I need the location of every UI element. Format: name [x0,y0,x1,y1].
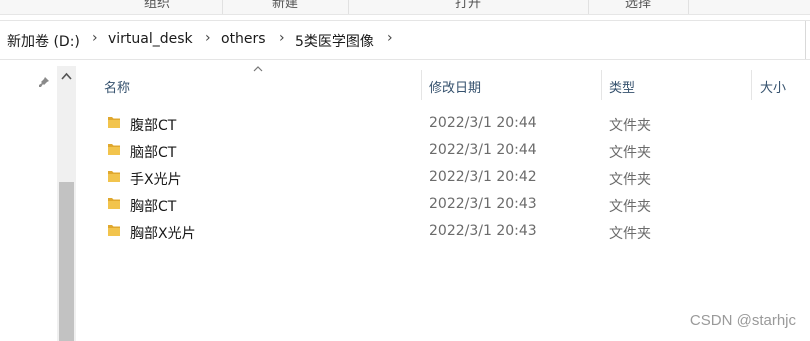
file-type: 文件夹 [609,118,651,134]
column-header-size[interactable]: 大小 [760,77,786,107]
scrollbar-thumb[interactable] [59,182,74,341]
column-divider[interactable] [751,70,752,100]
file-row[interactable]: 胸部X光片 2022/3/1 20:43 文件夹 [80,217,810,244]
folder-icon [108,117,120,128]
file-name[interactable]: 手X光片 [130,169,182,189]
ribbon-group-open: 打开 [348,0,589,14]
file-row[interactable]: 手X光片 2022/3/1 20:42 文件夹 [80,163,810,190]
breadcrumb-drive[interactable]: 新加卷 (D:) [7,31,80,51]
file-date: 2022/3/1 20:44 [429,115,537,131]
ribbon-group-select: 选择 [588,0,689,14]
navigation-scrollbar[interactable] [57,66,76,341]
breadcrumb-separator[interactable]: › [205,30,211,46]
file-date: 2022/3/1 20:43 [429,223,537,239]
watermark: CSDN @starhjc [689,312,796,329]
column-divider[interactable] [601,70,602,100]
file-name[interactable]: 脑部CT [130,142,176,162]
breadcrumb-current-folder[interactable]: 5类医学图像 [295,31,374,51]
breadcrumb-separator[interactable]: › [387,30,393,46]
breadcrumb-separator[interactable]: › [279,30,285,46]
column-header-date[interactable]: 修改日期 [429,77,481,107]
file-type: 文件夹 [609,172,651,188]
folder-icon [108,198,120,209]
ribbon-group-new: 新建 [222,0,349,14]
file-row[interactable]: 脑部CT 2022/3/1 20:44 文件夹 [80,136,810,163]
folder-icon [108,225,120,236]
file-type: 文件夹 [609,226,651,242]
file-date: 2022/3/1 20:43 [429,196,537,212]
breadcrumb-virtual-desk[interactable]: virtual_desk [108,31,193,47]
address-bar-edge [805,21,810,59]
file-name[interactable]: 胸部CT [130,196,176,216]
sort-ascending-icon [253,66,263,72]
file-type: 文件夹 [609,199,651,215]
ribbon-group-labels: 组织 新建 打开 选择 [0,0,810,15]
file-row[interactable]: 胸部CT 2022/3/1 20:43 文件夹 [80,190,810,217]
scroll-up-arrow-icon[interactable] [61,72,72,80]
column-divider[interactable] [421,70,422,100]
address-bar[interactable]: 新加卷 (D:) › virtual_desk › others › 5类医学图… [0,20,810,60]
pin-icon[interactable] [38,76,50,88]
breadcrumb-others[interactable]: others [221,31,266,47]
file-name[interactable]: 胸部X光片 [130,223,196,243]
file-row[interactable]: 腹部CT 2022/3/1 20:44 文件夹 [80,109,810,136]
breadcrumb-separator[interactable]: › [92,30,98,46]
ribbon-group-organize: 组织 [92,0,223,14]
column-header-name[interactable]: 名称 [104,77,130,107]
column-header-type[interactable]: 类型 [609,77,635,107]
folder-icon [108,144,120,155]
file-name[interactable]: 腹部CT [130,115,176,135]
file-type: 文件夹 [609,145,651,161]
folder-icon [108,171,120,182]
file-date: 2022/3/1 20:44 [429,142,537,158]
file-date: 2022/3/1 20:42 [429,169,537,185]
